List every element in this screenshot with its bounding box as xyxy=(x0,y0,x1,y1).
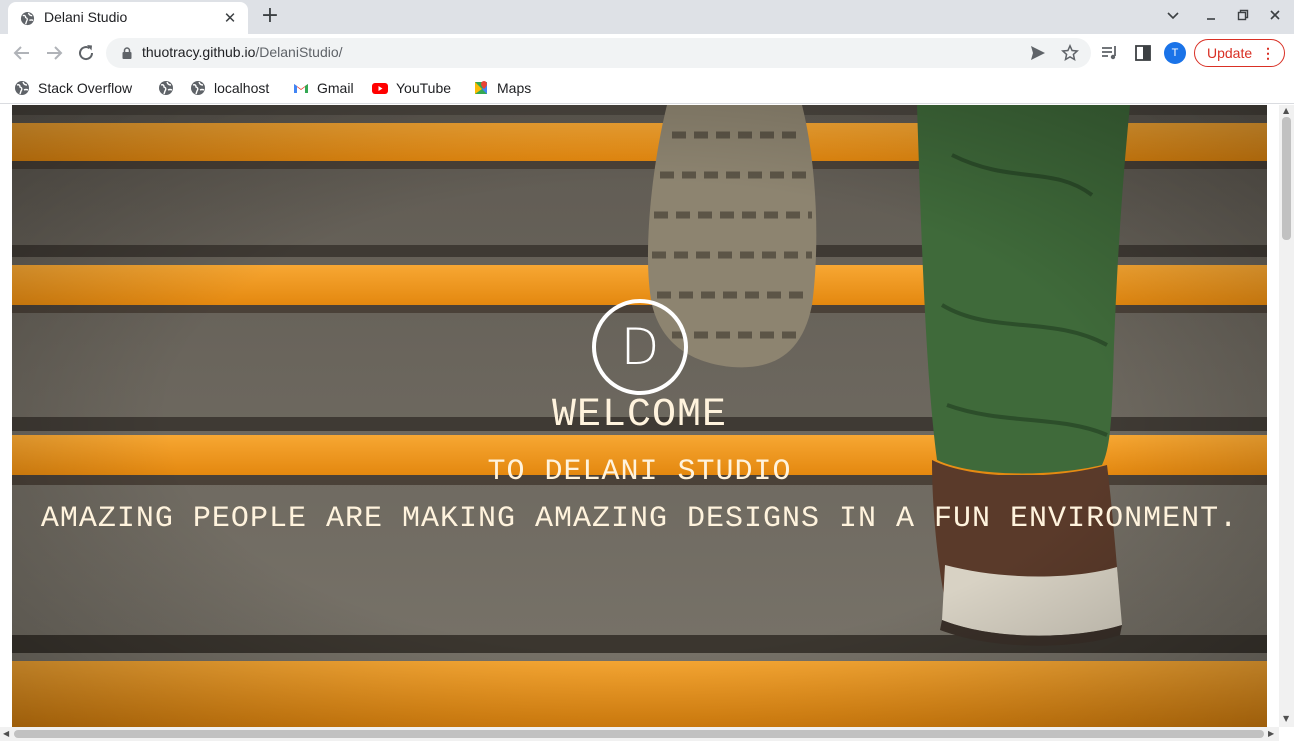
bookmarks-bar: Stack Overflow localhost Gmail YouTube M… xyxy=(0,72,1294,104)
update-button[interactable]: Update ⋮ xyxy=(1194,39,1285,67)
bookmark-youtube[interactable]: YouTube xyxy=(372,78,451,98)
reload-icon[interactable] xyxy=(74,41,98,65)
scroll-up-icon[interactable]: ▲ xyxy=(1283,106,1289,115)
globe-icon xyxy=(15,81,29,95)
scroll-right-icon[interactable]: ▶ xyxy=(1268,729,1274,738)
send-icon[interactable] xyxy=(1029,44,1047,62)
globe-icon xyxy=(191,81,205,95)
youtube-icon xyxy=(372,83,388,94)
tab-title: Delani Studio xyxy=(44,9,128,25)
new-tab-button[interactable]: + xyxy=(258,5,282,29)
tab-strip: Delani Studio ✕ + xyxy=(0,0,1294,34)
browser-toolbar: thuotracy.github.io/DelaniStudio/ T Upda… xyxy=(0,34,1294,72)
minimize-icon[interactable] xyxy=(1199,6,1223,28)
forward-icon[interactable] xyxy=(42,41,66,65)
bookmark-label: localhost xyxy=(214,80,270,96)
bookmark-localhost[interactable]: localhost xyxy=(190,78,269,98)
bookmark-gmail[interactable]: Gmail xyxy=(293,78,354,98)
hero-section: D WELCOME TO DELANI STUDIO AMAZING PEOPL… xyxy=(12,105,1267,727)
close-tab-icon[interactable]: ✕ xyxy=(220,8,240,28)
tab-delani-studio[interactable]: Delani Studio ✕ xyxy=(8,2,248,34)
bookmark-maps[interactable]: Maps xyxy=(473,78,531,98)
vertical-scroll-thumb[interactable] xyxy=(1282,117,1291,240)
logo-circle: D xyxy=(592,299,688,395)
gmail-icon xyxy=(294,84,308,93)
update-label: Update xyxy=(1207,45,1253,61)
profile-avatar[interactable]: T xyxy=(1164,42,1186,64)
address-bar[interactable]: thuotracy.github.io/DelaniStudio/ xyxy=(106,38,1091,68)
horizontal-scroll-thumb[interactable] xyxy=(14,730,1264,738)
maps-icon xyxy=(475,81,487,94)
url-path: /DelaniStudio/ xyxy=(255,44,343,60)
close-window-icon[interactable] xyxy=(1263,6,1287,28)
bookmark-label: Stack Overflow xyxy=(38,80,133,96)
lock-icon xyxy=(122,47,132,59)
bookmark-label: YouTube xyxy=(396,80,452,96)
bookmark-stack-overflow[interactable]: Stack Overflow xyxy=(14,78,132,98)
page-viewport: D WELCOME TO DELANI STUDIO AMAZING PEOPL… xyxy=(0,105,1294,741)
more-menu-icon[interactable]: ⋮ xyxy=(1261,40,1275,66)
hero-tagline: AMAZING PEOPLE ARE MAKING AMAZING DESIGN… xyxy=(40,502,1239,536)
tab-search-icon[interactable] xyxy=(1161,6,1185,28)
globe-icon xyxy=(159,81,173,95)
star-icon[interactable] xyxy=(1061,44,1079,62)
globe-icon xyxy=(20,11,35,26)
hero-subtitle: TO DELANI STUDIO xyxy=(487,455,792,489)
scroll-down-icon[interactable]: ▼ xyxy=(1283,714,1289,723)
url-text: thuotracy.github.io/DelaniStudio/ xyxy=(142,44,343,60)
restore-icon[interactable] xyxy=(1231,6,1255,28)
media-controls-icon[interactable] xyxy=(1100,43,1120,63)
url-host: thuotracy.github.io xyxy=(142,44,256,60)
scroll-left-icon[interactable]: ◀ xyxy=(3,729,9,738)
vertical-scrollbar[interactable]: ▲ ▼ xyxy=(1279,105,1294,727)
bookmark-label: Gmail xyxy=(317,80,354,96)
hero-welcome-heading: WELCOME xyxy=(551,393,728,438)
side-panel-icon[interactable] xyxy=(1133,43,1153,63)
bookmark-unnamed[interactable] xyxy=(158,78,182,98)
back-icon[interactable] xyxy=(10,41,34,65)
horizontal-scrollbar[interactable]: ◀ ▶ xyxy=(0,727,1279,741)
bookmark-label: Maps xyxy=(497,80,532,96)
